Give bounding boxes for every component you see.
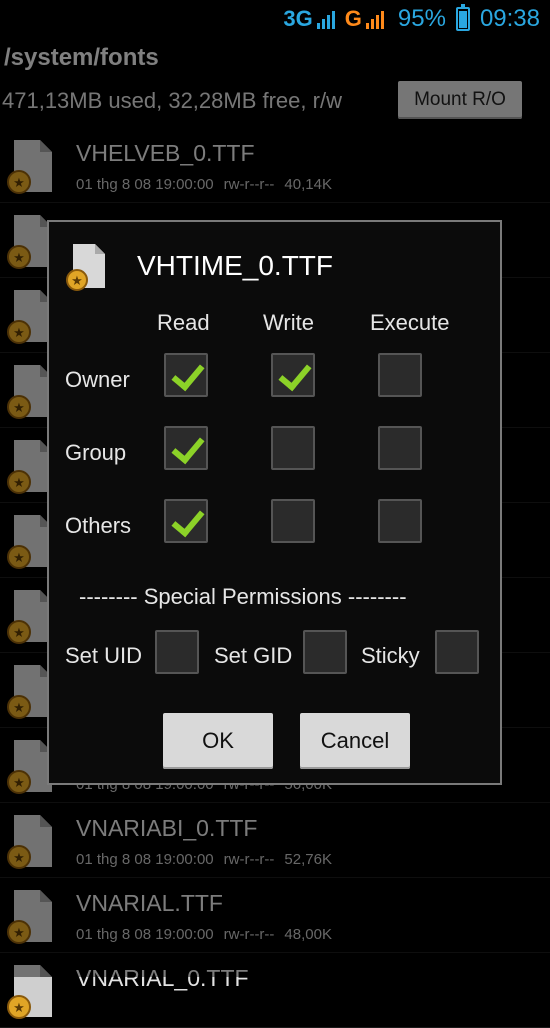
group-execute-checkbox[interactable]: [378, 426, 422, 470]
svg-text:★: ★: [71, 274, 83, 289]
setgid-label: Set GID: [214, 643, 293, 668]
battery-percent: 95%: [397, 5, 446, 32]
battery-icon: [455, 4, 470, 31]
network-type-secondary: G: [344, 6, 362, 31]
signal-bars-icon-secondary: [365, 9, 384, 29]
owner-write-checkbox[interactable]: [271, 353, 315, 397]
owner-execute-checkbox[interactable]: [378, 353, 422, 397]
ok-button[interactable]: OK: [163, 713, 273, 769]
row-owner: Owner: [65, 367, 130, 392]
group-write-checkbox[interactable]: [271, 426, 315, 470]
group-read-checkbox[interactable]: [164, 426, 208, 470]
font-file-icon: ★: [66, 244, 105, 291]
row-others: Others: [65, 513, 132, 538]
column-read: Read: [157, 310, 210, 335]
sticky-checkbox[interactable]: [435, 630, 479, 674]
row-group: Group: [65, 440, 127, 465]
svg-text:★: ★: [13, 1001, 25, 1016]
setuid-checkbox[interactable]: [155, 630, 199, 674]
cancel-button[interactable]: Cancel: [300, 713, 410, 769]
others-read-checkbox[interactable]: [164, 499, 208, 543]
others-execute-checkbox[interactable]: [378, 499, 422, 543]
signal-bars-icon: [316, 9, 335, 29]
column-execute: Execute: [370, 310, 450, 335]
dialog-title: VHTIME_0.TTF: [137, 250, 334, 281]
file-meta: [76, 1001, 106, 1018]
network-type-primary: 3G: [283, 6, 313, 31]
special-permissions-header: -------- Special Permissions --------: [79, 584, 407, 609]
status-bar: 3G G 95% 09:38: [0, 0, 550, 38]
others-write-checkbox[interactable]: [271, 499, 315, 543]
clock: 09:38: [479, 5, 540, 32]
column-write: Write: [263, 310, 314, 335]
setuid-label: Set UID: [65, 643, 143, 668]
owner-read-checkbox[interactable]: [164, 353, 208, 397]
sticky-label: Sticky: [361, 643, 420, 668]
setgid-checkbox[interactable]: [303, 630, 347, 674]
permissions-dialog: ★ VHTIME_0.TTF Read Write Execute Owner …: [47, 220, 502, 785]
